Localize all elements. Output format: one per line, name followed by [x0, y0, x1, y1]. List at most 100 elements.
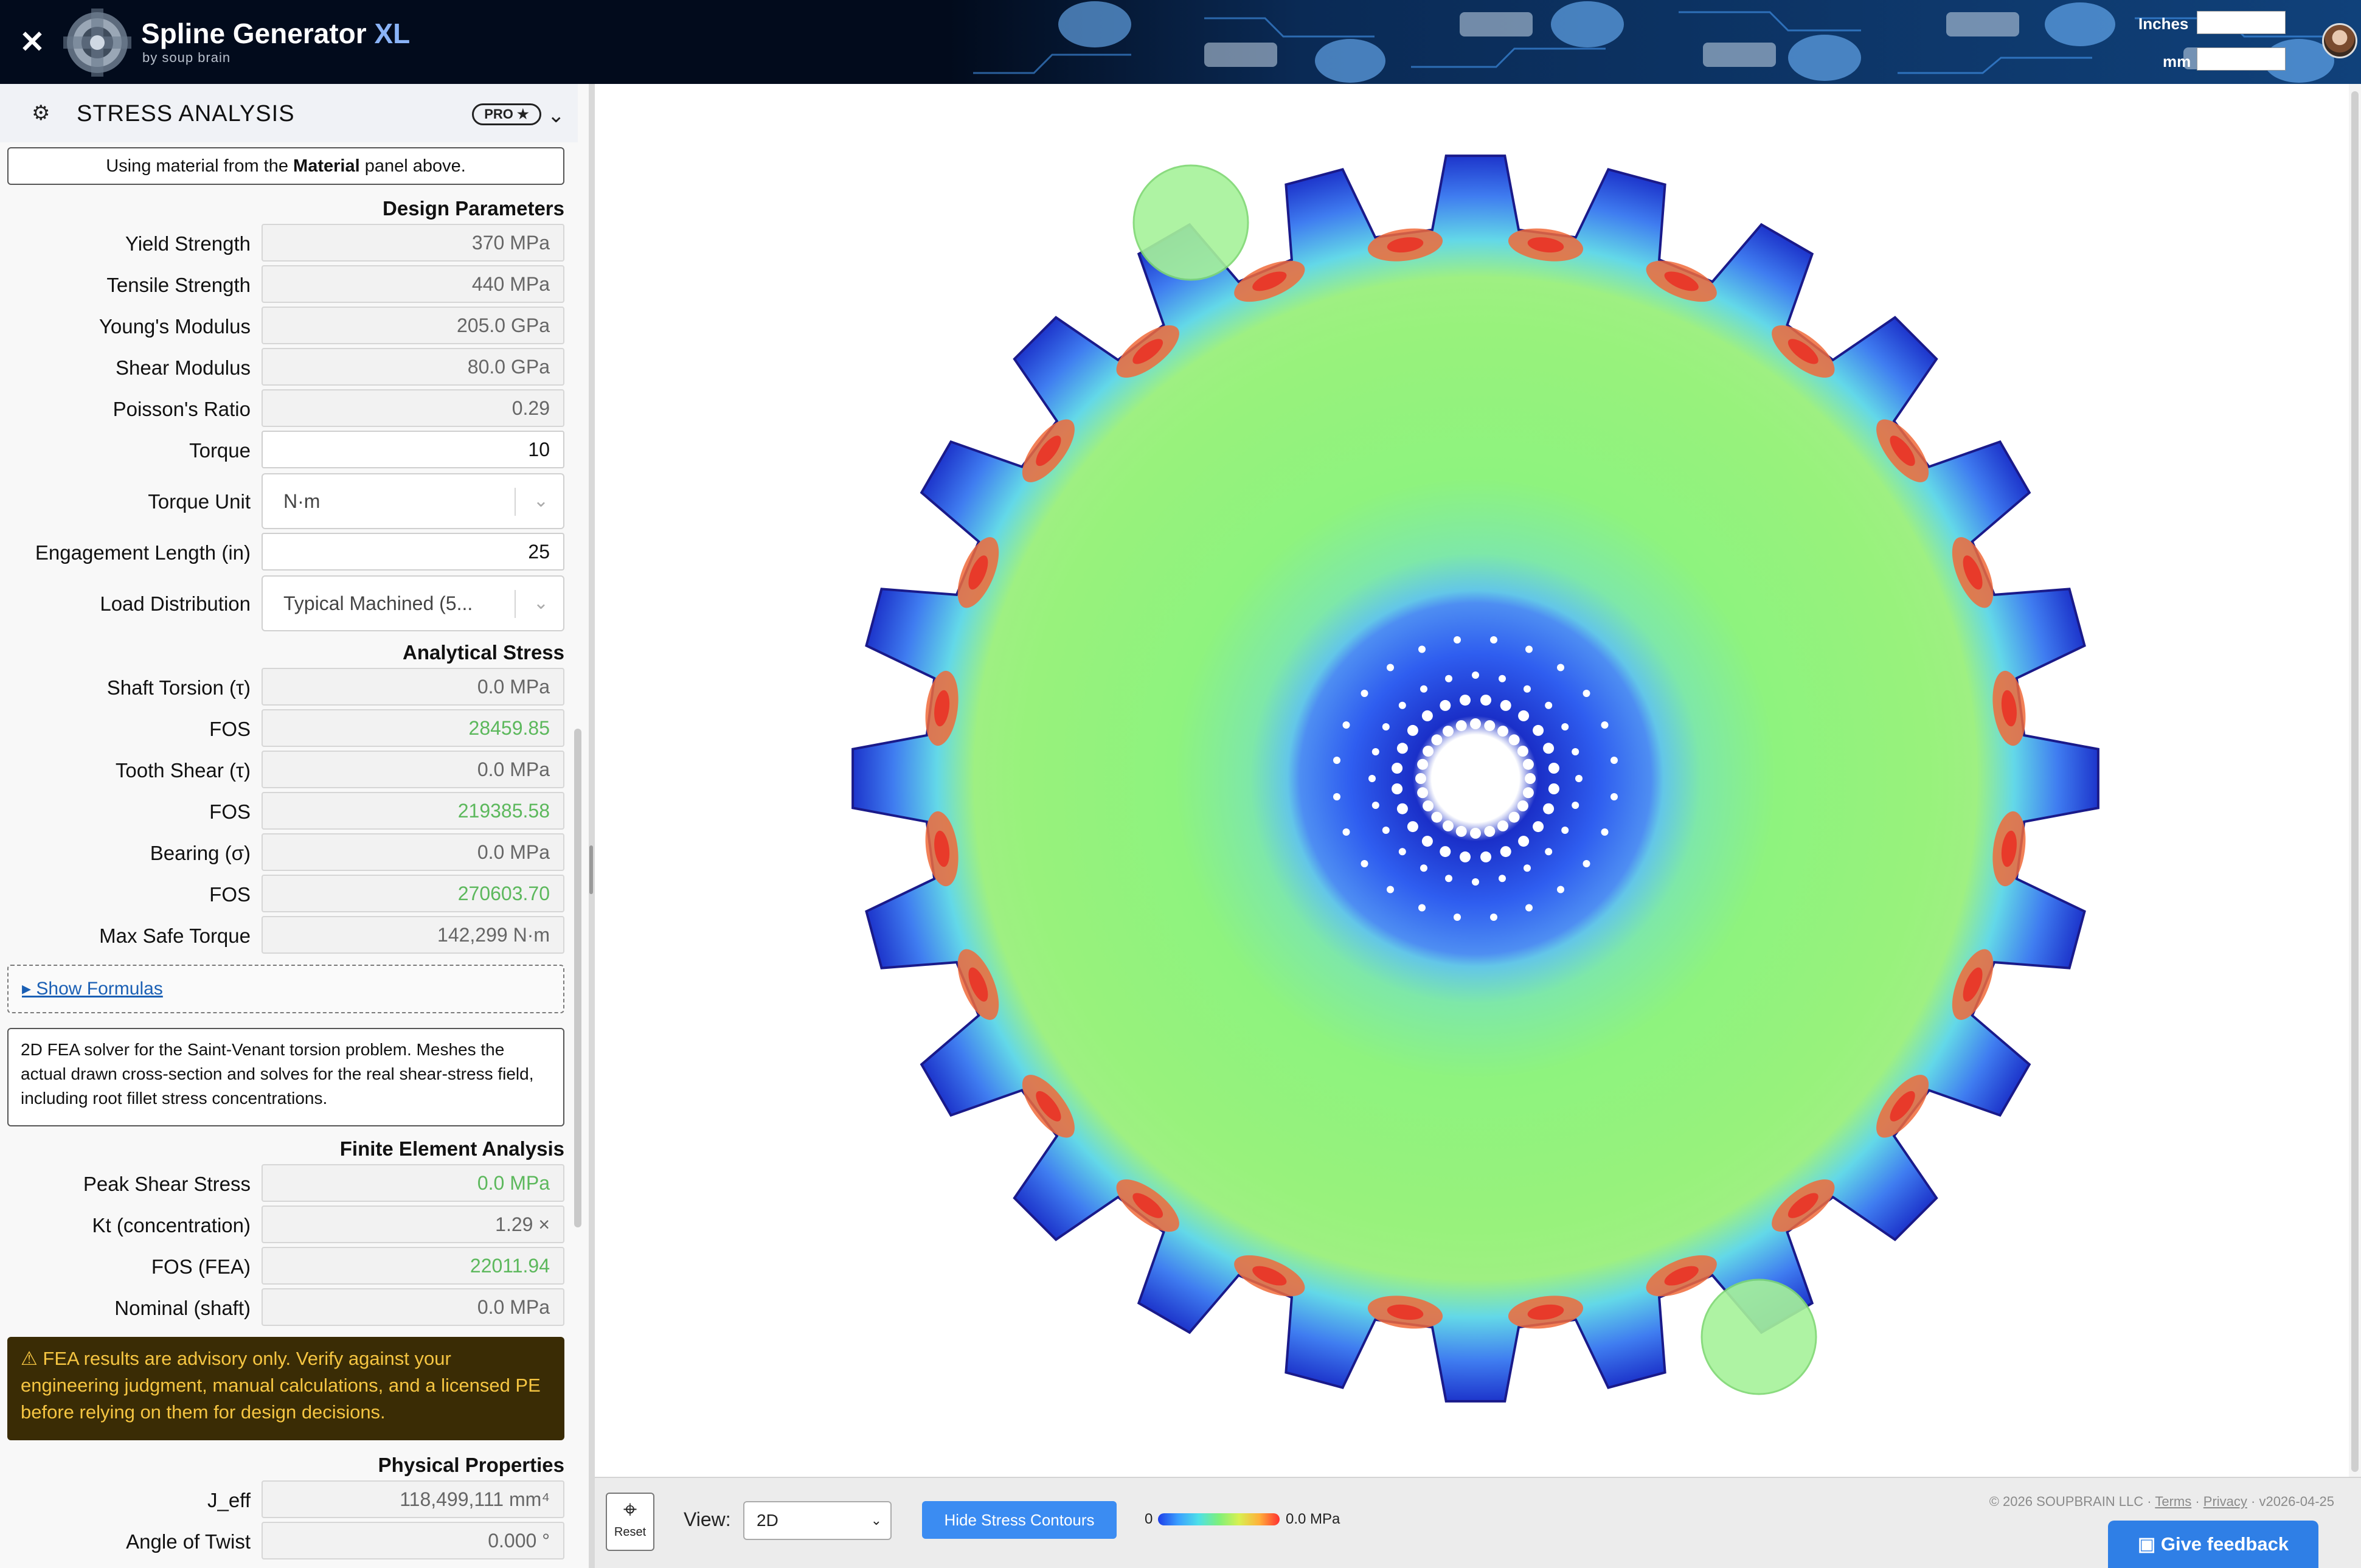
mesh-marker	[1421, 836, 1433, 847]
give-feedback-button[interactable]: ▣ Give feedback	[2108, 1521, 2318, 1568]
mesh-marker	[1583, 690, 1590, 697]
yield-strength-label: Yield Strength	[125, 232, 251, 255]
material-note-post: panel above.	[359, 156, 466, 176]
reset-icon: ⌖	[623, 1496, 637, 1523]
mesh-marker	[1396, 803, 1408, 814]
legend-min-label: 0	[1145, 1511, 1153, 1527]
torque-unit-select[interactable]: N·m ⌄	[262, 473, 564, 529]
torque-input[interactable]: 10	[262, 431, 564, 468]
stress-viewer-canvas[interactable]	[595, 84, 2361, 1477]
mesh-marker	[1508, 734, 1520, 746]
mesh-marker	[1454, 636, 1461, 644]
legend-max-label: 0.0 MPa	[1286, 1511, 1340, 1527]
close-button[interactable]: ✕	[17, 27, 47, 57]
mesh-marker	[1407, 821, 1418, 833]
fos-tooth-field: 219385.58	[262, 792, 564, 830]
chevron-down-icon: ⌄	[533, 491, 549, 511]
mesh-marker	[1455, 825, 1467, 837]
fea-warning-banner: ⚠ FEA results are advisory only. Verify …	[7, 1337, 564, 1440]
analytical-stress-title: Analytical Stress	[403, 641, 564, 664]
gear-stress-plot[interactable]	[595, 84, 2361, 1477]
feedback-label: Give feedback	[2160, 1533, 2289, 1555]
header-background-art	[949, 0, 2361, 84]
hide-stress-contours-button[interactable]: Hide Stress Contours	[922, 1501, 1117, 1539]
mesh-marker	[1454, 914, 1461, 921]
mesh-marker	[1545, 701, 1553, 709]
mesh-marker	[1572, 748, 1579, 755]
peak-shear-field: 0.0 MPa	[262, 1164, 564, 1202]
mesh-marker	[1561, 723, 1569, 730]
terms-link[interactable]: Terms	[2155, 1494, 2191, 1509]
mesh-marker	[1490, 914, 1497, 921]
mesh-marker	[1417, 787, 1429, 799]
mesh-marker	[1460, 695, 1471, 706]
mesh-marker	[1533, 724, 1544, 736]
footer-separator: ·	[2191, 1494, 2203, 1509]
design-parameters-title: Design Parameters	[383, 197, 564, 220]
chevron-down-icon[interactable]: ⌄	[547, 103, 565, 128]
mesh-marker	[1440, 846, 1451, 858]
material-note-pre: Using material from the	[106, 156, 294, 176]
mesh-marker	[1472, 878, 1479, 886]
mesh-marker	[1420, 864, 1427, 872]
material-note: Using material from the Material panel a…	[7, 147, 564, 185]
view-mode-select[interactable]: 2D ⌄	[743, 1501, 892, 1540]
mesh-marker	[1525, 645, 1533, 653]
reset-view-button[interactable]: ⌖ Reset	[606, 1493, 654, 1551]
mesh-marker	[1499, 675, 1506, 682]
mesh-marker	[1470, 828, 1481, 839]
mesh-marker	[1508, 811, 1520, 823]
mesh-marker	[1431, 734, 1443, 746]
panel-resize-divider[interactable]	[589, 84, 595, 1568]
mesh-marker	[1545, 848, 1553, 856]
mesh-marker	[1601, 828, 1609, 836]
panel-header[interactable]: ⚙ STRESS ANALYSIS PRO ★ ⌄	[0, 84, 578, 142]
engagement-length-input[interactable]: 25	[262, 533, 564, 571]
mesh-marker	[1490, 636, 1497, 644]
peak-shear-label: Peak Shear Stress	[83, 1173, 251, 1195]
panel-scrollbar-thumb[interactable]	[574, 729, 581, 1227]
stress-color-legend	[1158, 1513, 1280, 1525]
show-formulas-toggle[interactable]: ▸ Show Formulas	[7, 965, 564, 1013]
show-formulas-link[interactable]: ▸ Show Formulas	[22, 978, 163, 999]
mesh-marker	[1525, 904, 1533, 912]
engagement-length-label: Engagement Length (in)	[35, 541, 251, 564]
torque-unit-label: Torque Unit	[148, 490, 251, 513]
panel-title: STRESS ANALYSIS	[77, 101, 295, 127]
mesh-marker	[1398, 701, 1406, 709]
fos-bearing-label: FOS	[209, 883, 251, 906]
footer-copyright: © 2026 SOUPBRAIN LLC ·	[1989, 1494, 2155, 1509]
avatar[interactable]	[2322, 23, 2357, 58]
mesh-marker	[1525, 773, 1536, 784]
mesh-marker	[1543, 743, 1555, 754]
mesh-marker	[1445, 675, 1452, 682]
mesh-marker	[1497, 726, 1508, 737]
inches-input[interactable]	[2197, 11, 2286, 34]
mesh-marker	[1398, 848, 1406, 856]
privacy-link[interactable]: Privacy	[2203, 1494, 2247, 1509]
viewer-scrollbar-thumb[interactable]	[2351, 91, 2359, 1472]
mesh-marker	[1342, 828, 1350, 836]
app-title-text: Spline Generator	[141, 18, 367, 49]
fos-fea-label: FOS (FEA)	[151, 1255, 251, 1278]
gear-logo-icon	[63, 9, 131, 77]
mesh-marker	[1407, 724, 1418, 736]
resize-handle[interactable]	[589, 845, 593, 894]
load-distribution-select[interactable]: Typical Machined (5... ⌄	[262, 575, 564, 631]
app-title-suffix: XL	[374, 18, 411, 49]
selection-handle[interactable]	[1701, 1278, 1817, 1395]
shaft-torsion-field: 0.0 MPa	[262, 668, 564, 706]
mesh-marker	[1610, 793, 1618, 800]
mm-input[interactable]	[2197, 47, 2286, 71]
mesh-marker	[1455, 720, 1467, 732]
chevron-down-icon: ⌄	[870, 1513, 882, 1528]
app-subtitle: by soup brain	[142, 50, 231, 65]
mesh-marker	[1517, 746, 1528, 757]
mesh-marker	[1548, 783, 1559, 794]
select-separator	[515, 488, 516, 516]
mesh-marker	[1371, 748, 1379, 755]
mesh-marker	[1371, 802, 1379, 809]
mesh-marker	[1387, 886, 1394, 893]
selection-handle[interactable]	[1132, 164, 1249, 281]
angle-of-twist-label: Angle of Twist	[126, 1530, 251, 1553]
